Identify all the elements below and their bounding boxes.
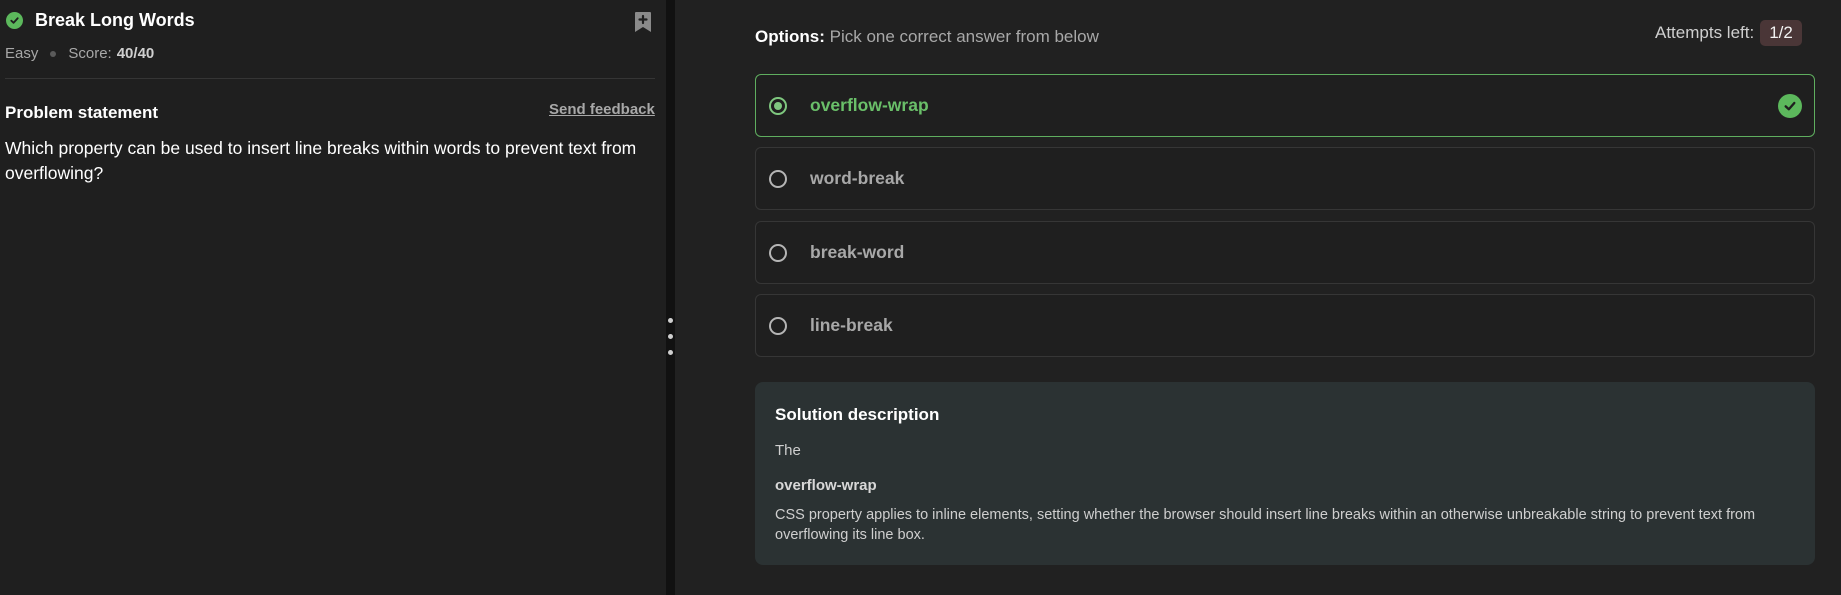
- solution-body: CSS property applies to inline elements,…: [775, 507, 1756, 543]
- score-label: Score:: [68, 45, 112, 62]
- grip-dot: [668, 334, 673, 339]
- option-line-break[interactable]: line-break: [755, 294, 1815, 357]
- radio-button-selected[interactable]: [769, 96, 787, 115]
- grip-dot: [668, 350, 673, 355]
- problem-title: Break Long Words: [35, 10, 195, 30]
- option-label: word-break: [810, 168, 905, 188]
- app-root: Break Long Words Easy Score: 40/40 Probl…: [0, 0, 1841, 595]
- question-text: Which property can be used to insert lin…: [5, 138, 637, 183]
- solution-heading: Solution description: [775, 405, 940, 424]
- solution-card: Solution description The overflow-wrap C…: [755, 382, 1815, 565]
- problem-statement-heading: Problem statement: [5, 103, 159, 122]
- score-value: 40/40: [116, 45, 155, 62]
- separator-dot: [50, 50, 57, 57]
- radio-button[interactable]: [769, 243, 787, 262]
- answer-panel: Options: Pick one correct answer from be…: [675, 0, 1841, 595]
- grip-dot: [668, 318, 673, 323]
- title-row: Break Long Words: [6, 10, 195, 31]
- divider: [5, 78, 655, 79]
- check-circle-icon: [1778, 94, 1802, 118]
- options-instruction: Options: Pick one correct answer from be…: [755, 27, 1099, 47]
- option-label: line-break: [810, 315, 893, 335]
- radio-button[interactable]: [769, 169, 787, 188]
- problem-meta: Easy Score: 40/40: [5, 45, 154, 62]
- solution-code: overflow-wrap: [775, 477, 877, 494]
- difficulty-label: Easy: [5, 45, 39, 62]
- option-break-word[interactable]: break-word: [755, 221, 1815, 284]
- bookmark-add-icon[interactable]: [633, 11, 653, 33]
- option-overflow-wrap[interactable]: overflow-wrap: [755, 74, 1815, 137]
- attempts-indicator: Attempts left: 1/2: [1655, 20, 1802, 46]
- radio-button[interactable]: [769, 316, 787, 335]
- option-label: break-word: [810, 242, 905, 262]
- option-label: overflow-wrap: [810, 95, 929, 115]
- attempts-badge: 1/2: [1760, 20, 1802, 46]
- option-word-break[interactable]: word-break: [755, 147, 1815, 210]
- attempts-label: Attempts left:: [1655, 23, 1755, 42]
- options-label-text: Pick one correct answer from below: [829, 27, 1099, 46]
- problem-panel: Break Long Words Easy Score: 40/40 Probl…: [0, 0, 666, 595]
- solution-intro: The: [775, 442, 801, 459]
- check-circle-icon: [6, 12, 23, 29]
- send-feedback-link[interactable]: Send feedback: [549, 101, 655, 118]
- options-label-bold: Options:: [755, 27, 825, 46]
- panel-resize-handle[interactable]: [666, 0, 675, 595]
